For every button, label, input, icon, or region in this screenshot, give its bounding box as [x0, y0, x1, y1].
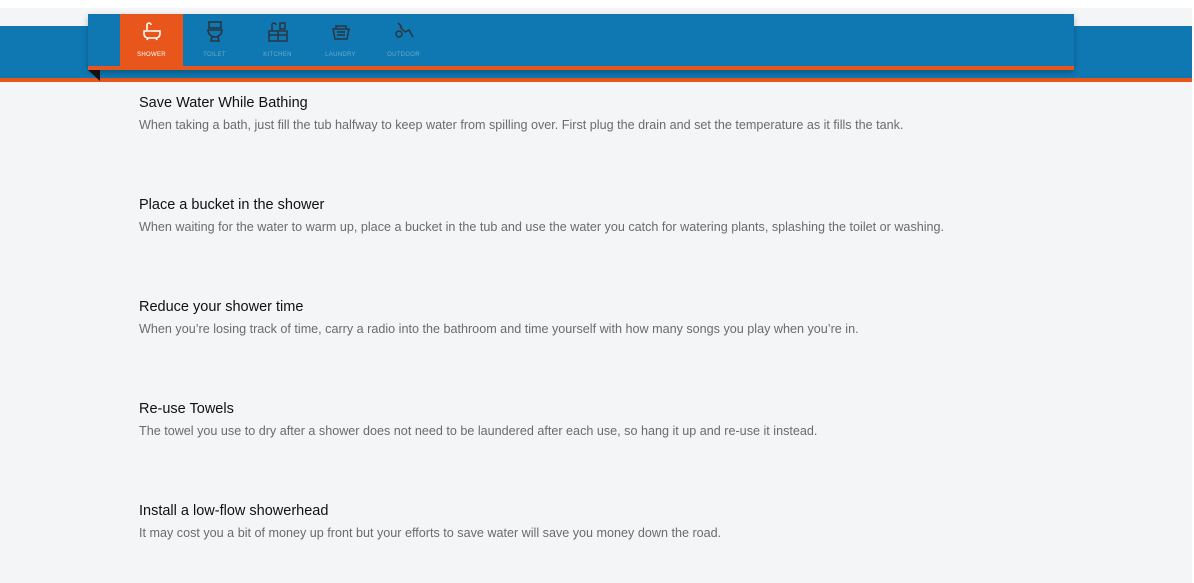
tab-label: LAUNDRY	[325, 52, 356, 58]
hose-icon	[393, 20, 415, 42]
tip-title: Reduce your shower time	[139, 299, 304, 315]
tip-text: It may cost you a bit of money up front …	[139, 526, 722, 540]
kitchen-icon	[267, 20, 289, 42]
tip-item: Re-use Towels The towel you use to dry a…	[139, 399, 1139, 501]
tip-item: Reduce your shower time When you’re losi…	[139, 297, 1139, 399]
ribbon-fold	[88, 70, 100, 81]
tab-outdoor[interactable]: OUTDOOR	[372, 14, 435, 68]
category-tabs: SHOWER TOILET KITCHEN LAUNDRY OUTDOOR	[120, 14, 435, 68]
tip-text: The towel you use to dry after a shower …	[139, 424, 818, 438]
tips-list: Save Water While Bathing When taking a b…	[139, 93, 1139, 583]
tip-text: When waiting for the water to warm up, p…	[139, 220, 945, 234]
tip-title: Install a low-flow showerhead	[139, 503, 329, 519]
tip-item: Save Water While Bathing When taking a b…	[139, 93, 1139, 195]
tip-title: Re-use Towels	[139, 401, 234, 417]
tip-item: Install a low-flow showerhead It may cos…	[139, 501, 1139, 583]
toilet-icon	[204, 20, 226, 42]
tab-toilet[interactable]: TOILET	[183, 14, 246, 68]
tip-title: Place a bucket in the shower	[139, 197, 325, 213]
tab-label: KITCHEN	[263, 52, 292, 58]
tip-text: When you’re losing track of time, carry …	[139, 322, 859, 336]
tab-laundry[interactable]: LAUNDRY	[309, 14, 372, 68]
laundry-basket-icon	[330, 20, 352, 42]
tip-text: When taking a bath, just fill the tub ha…	[139, 118, 904, 132]
tip-item: Place a bucket in the shower When waitin…	[139, 195, 1139, 297]
bathtub-icon	[141, 20, 163, 42]
tab-kitchen[interactable]: KITCHEN	[246, 14, 309, 68]
tab-label: TOILET	[203, 52, 226, 58]
tab-label: OUTDOOR	[387, 52, 420, 58]
tab-label: SHOWER	[137, 52, 166, 58]
header-band-accent-line	[0, 78, 1194, 82]
tab-shower[interactable]: SHOWER	[120, 14, 183, 68]
tip-title: Save Water While Bathing	[139, 95, 308, 111]
